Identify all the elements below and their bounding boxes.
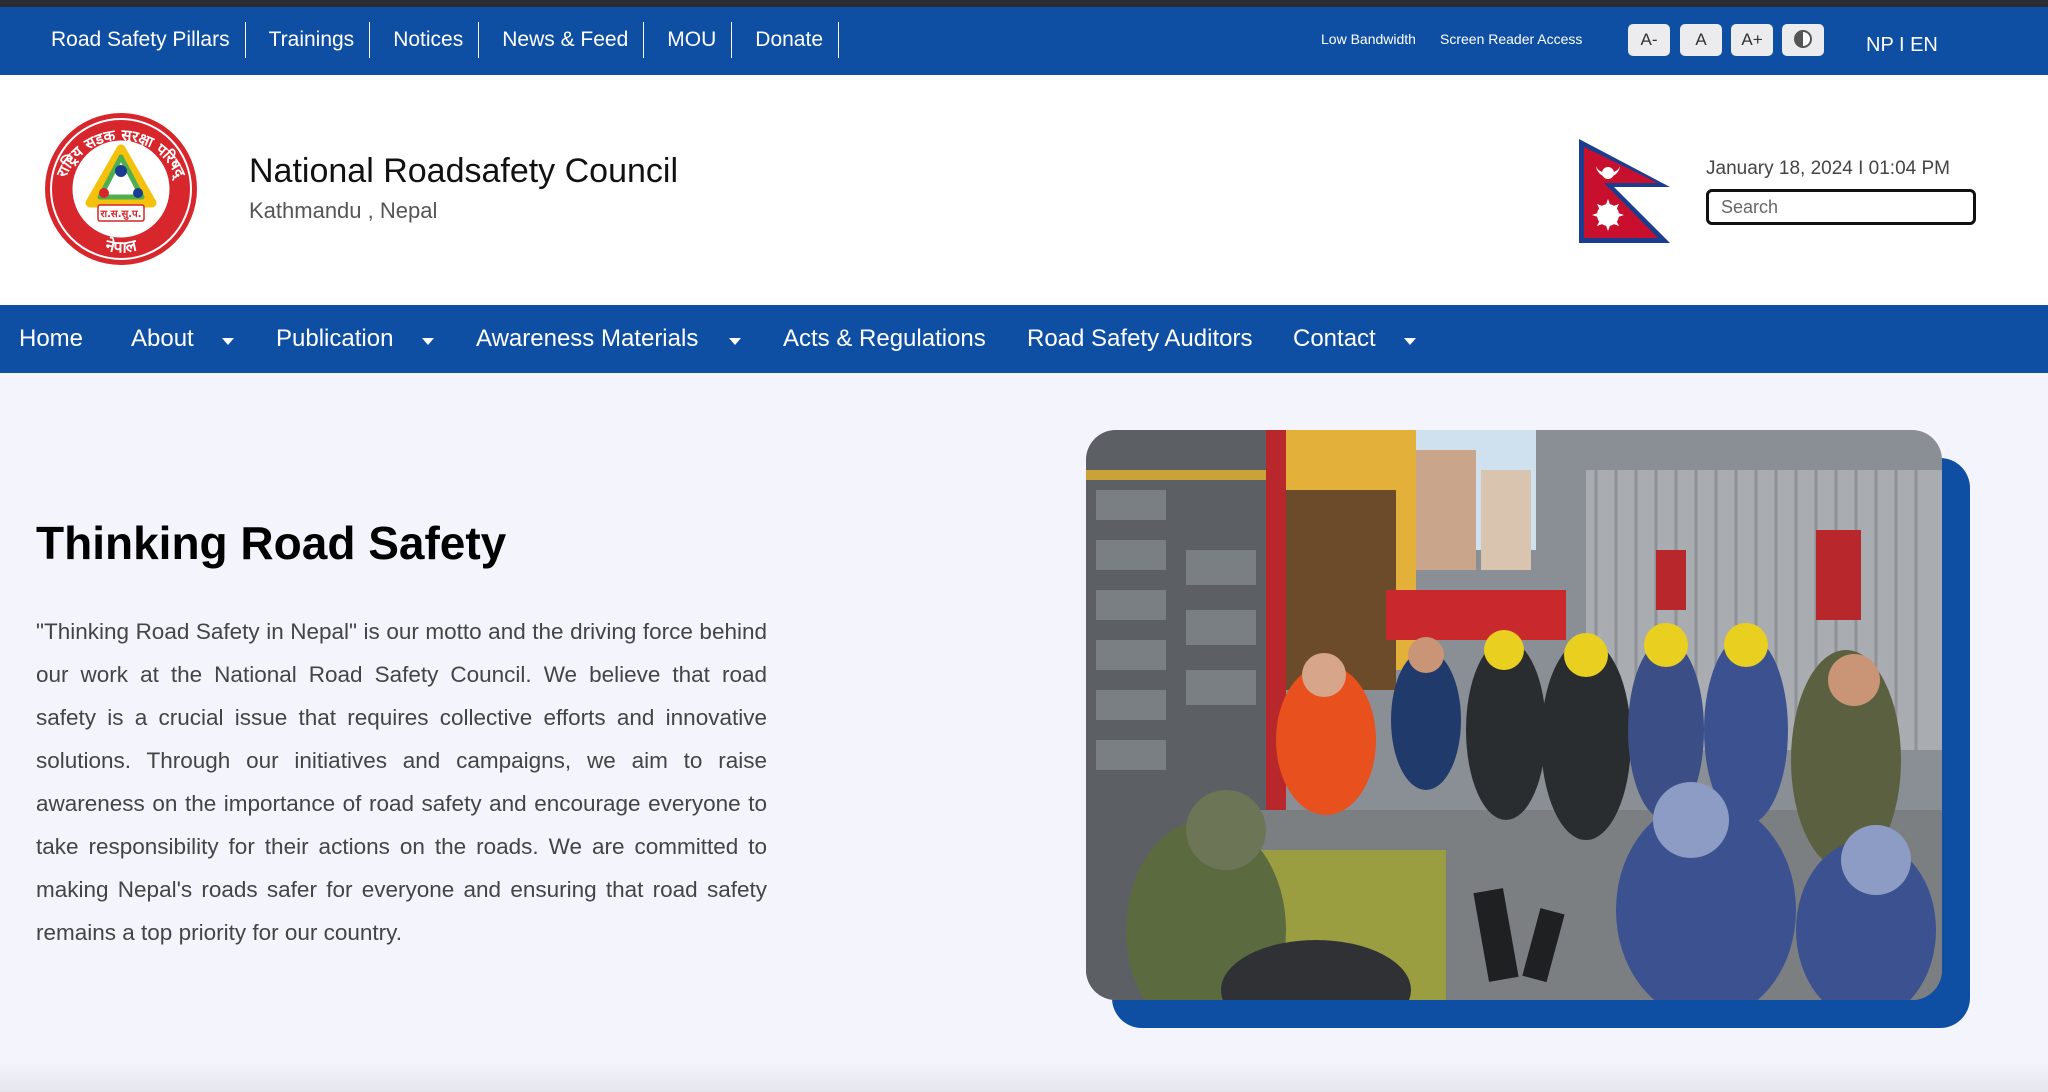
- font-reset-button[interactable]: A: [1680, 24, 1722, 56]
- contrast-icon: [1794, 30, 1812, 49]
- top-link-road-safety-pillars[interactable]: Road Safety Pillars: [28, 22, 246, 58]
- hero-description: "Thinking Road Safety in Nepal" is our m…: [36, 619, 767, 945]
- low-bandwidth-link[interactable]: Low Bandwidth: [1321, 31, 1416, 47]
- top-utility-bar: Road Safety Pillars Trainings Notices Ne…: [0, 0, 2048, 75]
- nav-about[interactable]: About: [131, 325, 194, 353]
- rescue-training-photo: [1086, 430, 1942, 1000]
- top-link-news-feed[interactable]: News & Feed: [479, 22, 645, 58]
- top-link-notices[interactable]: Notices: [370, 22, 480, 58]
- nav-awareness-materials[interactable]: Awareness Materials: [476, 325, 698, 353]
- section-divider: [0, 1062, 2048, 1092]
- top-link-mou[interactable]: MOU: [644, 22, 733, 58]
- top-links: Road Safety Pillars Trainings Notices Ne…: [28, 22, 839, 58]
- nepal-flag-icon: [1579, 139, 1670, 243]
- svg-text:नेपाल: नेपाल: [103, 235, 139, 256]
- font-increase-button[interactable]: A+: [1731, 24, 1773, 56]
- language-switcher[interactable]: NP I EN: [1866, 34, 1938, 57]
- hero-title: Thinking Road Safety: [36, 517, 507, 569]
- search-input[interactable]: [1706, 189, 1976, 225]
- chevron-down-icon[interactable]: [729, 338, 741, 345]
- logo-bottom-text: नेपाल: [103, 235, 139, 256]
- top-link-trainings[interactable]: Trainings: [246, 22, 371, 58]
- chevron-down-icon[interactable]: [1404, 338, 1416, 345]
- main-nav: Home About Publication Awareness Materia…: [0, 305, 2048, 373]
- site-header: राष्ट्रिय सडक सुरक्षा परिषद् नेपाल रा.स.…: [0, 75, 2048, 305]
- chevron-down-icon[interactable]: [422, 338, 434, 345]
- nav-road-safety-auditors[interactable]: Road Safety Auditors: [1027, 325, 1252, 353]
- font-decrease-button[interactable]: A-: [1628, 24, 1670, 56]
- nav-contact[interactable]: Contact: [1293, 325, 1376, 353]
- chevron-down-icon[interactable]: [222, 338, 234, 345]
- org-location: Kathmandu , Nepal: [249, 198, 438, 223]
- contrast-toggle-button[interactable]: [1782, 24, 1824, 56]
- council-logo[interactable]: राष्ट्रिय सडक सुरक्षा परिषद् नेपाल रा.स.…: [38, 111, 204, 267]
- nav-acts-regulations[interactable]: Acts & Regulations: [783, 325, 986, 353]
- screen-reader-link[interactable]: Screen Reader Access: [1440, 31, 1582, 47]
- top-link-donate[interactable]: Donate: [732, 22, 839, 58]
- org-name: National Roadsafety Council: [249, 152, 679, 190]
- nav-home[interactable]: Home: [19, 325, 83, 353]
- current-datetime: January 18, 2024 I 01:04 PM: [1706, 158, 1950, 179]
- nav-publication[interactable]: Publication: [276, 325, 393, 353]
- logo-abbr: रा.स.सु.प.: [99, 209, 141, 220]
